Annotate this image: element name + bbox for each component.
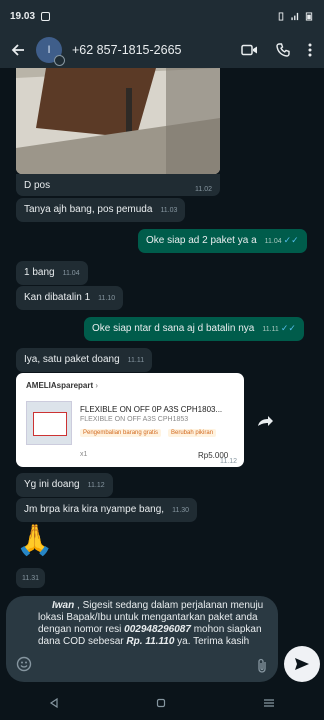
emoji-icon[interactable] [16,656,32,672]
message-input[interactable]: Iwan , Sigesit sedang dalam perjalanan m… [38,600,270,648]
tag-free-return: Pengembalian barang gratis [80,429,162,437]
notification-icon [41,11,51,21]
send-button[interactable] [284,646,320,682]
more-options-icon[interactable] [308,43,312,57]
battery-icon [305,11,313,21]
avatar[interactable]: I [36,37,65,66]
product-card[interactable]: AMELIAsparepart › FLEXIBLE ON OFF 0P A3S… [16,373,244,467]
system-nav-bar [0,686,324,720]
send-icon [295,658,309,670]
product-title: FLEXIBLE ON OFF 0P A3S CPH1803... [80,405,223,414]
message-bubble-outgoing[interactable]: Oke siap ad 2 paket ya a 11.04 ✓✓ [138,229,307,253]
message-bubble[interactable]: Jm brpa kira kira nyampe bang, 11.30 [16,498,198,522]
status-bar: 19.03 [0,0,324,32]
product-variant: FLEXIBLE ON OFF A3S CPH1853 [80,416,189,423]
vibrate-icon [278,11,284,21]
nav-home-icon[interactable] [156,698,166,708]
video-call-icon[interactable] [241,44,258,56]
arrow-left-icon [11,44,24,56]
composer-name: Iwan [52,600,75,611]
product-thumbnail [26,401,72,445]
double-check-icon: ✓✓ [280,323,296,333]
message-bubble-outgoing[interactable]: Oke siap ntar d sana aj d batalin nya 11.… [84,317,304,341]
composer-resi: 002948296087 [124,624,191,635]
nav-back-icon[interactable] [49,698,59,708]
back-button[interactable] [0,43,36,57]
composer-amount: Rp. 11.110 [126,636,175,647]
message-bubble[interactable]: D pos 11.02 [16,174,220,196]
timer-icon [54,55,65,66]
phone-call-icon[interactable] [276,43,290,57]
message-bubble[interactable]: Kan dibatalin 1 11.10 [16,286,124,310]
emoji-message[interactable]: 🙏 [16,526,53,556]
avatar-letter: I [47,44,51,56]
emoji-time-badge: 11.31 [16,568,45,588]
chat-header: I +62 857-1815-2665 [0,32,324,68]
shop-name[interactable]: AMELIAsparepart › [26,381,98,390]
message-bubble[interactable]: 1 bang 11.04 [16,261,88,285]
forward-icon[interactable] [256,414,274,428]
message-composer[interactable]: Iwan , Sigesit sedang dalam perjalanan m… [6,596,278,682]
chat-area[interactable]: D pos 11.02 Tanya ajh bang, pos pemuda 11… [0,68,324,686]
image-message[interactable] [16,68,220,174]
signal-icon [291,12,299,20]
message-time: 11.12 [220,458,237,465]
contact-name[interactable]: +62 857-1815-2665 [72,43,181,57]
attach-icon[interactable] [256,658,268,674]
message-bubble[interactable]: Yg ini doang 11.12 [16,473,113,497]
message-bubble[interactable]: Iya, satu paket doang 11.11 [16,348,153,372]
status-time: 19.03 [10,10,36,22]
nav-recents-icon[interactable] [263,698,275,708]
message-bubble[interactable]: Tanya ajh bang, pos pemuda 11.03 [16,198,186,222]
tag-change-mind: Berubah pikiran [168,429,217,437]
product-qty: x1 [80,451,88,458]
status-icons [276,11,314,21]
double-check-icon: ✓✓ [283,235,299,245]
